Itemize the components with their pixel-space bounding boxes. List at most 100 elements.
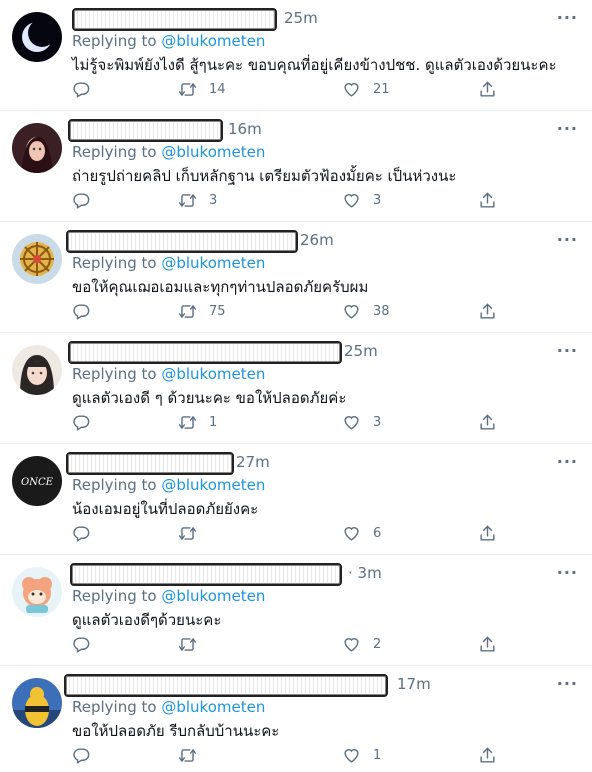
replied-user-handle[interactable]: @blukometen xyxy=(161,365,265,383)
tweet-timestamp[interactable]: · 3m xyxy=(348,564,382,582)
reply-icon[interactable] xyxy=(72,635,91,654)
more-icon[interactable]: ··· xyxy=(557,230,578,249)
tweet-timestamp[interactable]: 27m xyxy=(236,453,270,471)
share-button[interactable] xyxy=(478,302,497,321)
retweet-button[interactable]: 75 xyxy=(178,302,226,321)
tweet-timestamp[interactable]: 26m xyxy=(300,231,334,249)
replied-user-handle[interactable]: @blukometen xyxy=(161,143,265,161)
retweet-icon[interactable] xyxy=(178,524,197,543)
tweet-timestamp[interactable]: 25m xyxy=(284,9,318,27)
avatar[interactable] xyxy=(12,678,62,728)
avatar[interactable] xyxy=(12,345,62,395)
redacted-display-name xyxy=(72,8,277,31)
tweet-text: ขอให้คุณเฌอเอมและทุกๆท่านปลอดภัยครับผม xyxy=(72,278,369,296)
retweet-button[interactable]: 1 xyxy=(178,413,217,432)
like-icon[interactable] xyxy=(342,191,361,210)
replied-user-handle[interactable]: @blukometen xyxy=(161,587,265,605)
retweet-icon[interactable] xyxy=(178,746,197,765)
replying-to: Replying to @blukometen xyxy=(72,32,265,50)
avatar[interactable]: ONCE xyxy=(12,456,62,506)
reply-button[interactable] xyxy=(72,302,103,321)
tweet-timestamp[interactable]: 16m xyxy=(228,120,262,138)
like-button[interactable]: 2 xyxy=(342,635,381,654)
reply-icon[interactable] xyxy=(72,413,91,432)
retweet-button[interactable]: 14 xyxy=(178,80,226,99)
reply-button[interactable] xyxy=(72,635,103,654)
reply-icon[interactable] xyxy=(72,302,91,321)
reply-tweet[interactable]: · 3m ··· Replying to @blukometen ดูแลตัวเอง… xyxy=(0,555,592,666)
share-button[interactable] xyxy=(478,635,497,654)
share-icon[interactable] xyxy=(478,413,497,432)
share-icon[interactable] xyxy=(478,191,497,210)
reply-icon[interactable] xyxy=(72,746,91,765)
tweet-timestamp[interactable]: 17m xyxy=(397,675,431,693)
share-button[interactable] xyxy=(478,413,497,432)
retweet-button[interactable]: 3 xyxy=(178,191,217,210)
share-button[interactable] xyxy=(478,191,497,210)
like-button[interactable]: 1 xyxy=(342,746,381,765)
reply-tweet[interactable]: 26m ··· Replying to @blukometen ขอให้คุณเฌอ… xyxy=(0,222,592,333)
retweet-button[interactable] xyxy=(178,746,209,765)
like-icon[interactable] xyxy=(342,635,361,654)
avatar[interactable] xyxy=(12,12,62,62)
retweet-icon[interactable] xyxy=(178,191,197,210)
reply-button[interactable] xyxy=(72,80,103,99)
avatar[interactable] xyxy=(12,567,62,617)
reply-tweet[interactable]: 25m ··· Replying to @blukometen ดูแลตัวเองด… xyxy=(0,333,592,444)
more-icon[interactable]: ··· xyxy=(557,674,578,693)
retweet-button[interactable] xyxy=(178,635,209,654)
share-button[interactable] xyxy=(478,524,497,543)
reply-tweet[interactable]: 17m ··· Replying to @blukometen ขอให้ปลอดภั… xyxy=(0,666,592,772)
share-icon[interactable] xyxy=(478,635,497,654)
replying-to: Replying to @blukometen xyxy=(72,476,265,494)
reply-button[interactable] xyxy=(72,413,103,432)
like-icon[interactable] xyxy=(342,302,361,321)
more-icon[interactable]: ··· xyxy=(557,119,578,138)
more-icon[interactable]: ··· xyxy=(557,452,578,471)
share-button[interactable] xyxy=(478,746,497,765)
share-button[interactable] xyxy=(478,80,497,99)
like-button[interactable]: 3 xyxy=(342,413,381,432)
reply-button[interactable] xyxy=(72,524,103,543)
like-button[interactable]: 6 xyxy=(342,524,381,543)
reply-button[interactable] xyxy=(72,191,103,210)
like-icon[interactable] xyxy=(342,524,361,543)
reply-icon[interactable] xyxy=(72,524,91,543)
tweet-timestamp[interactable]: 25m xyxy=(344,342,378,360)
share-icon[interactable] xyxy=(478,302,497,321)
retweet-button[interactable] xyxy=(178,524,209,543)
tweet-actions: 75 38 xyxy=(72,302,502,322)
like-count: 38 xyxy=(373,304,390,319)
like-icon[interactable] xyxy=(342,746,361,765)
retweet-icon[interactable] xyxy=(178,302,197,321)
tweet-text: ถ่ายรูปถ่ายคลิป เก็บหลักฐาน เตรียมตัวฟ้อ… xyxy=(72,167,457,185)
like-icon[interactable] xyxy=(342,413,361,432)
replied-user-handle[interactable]: @blukometen xyxy=(161,32,265,50)
retweet-icon[interactable] xyxy=(178,635,197,654)
reply-icon[interactable] xyxy=(72,80,91,99)
avatar[interactable] xyxy=(12,123,62,173)
more-icon[interactable]: ··· xyxy=(557,563,578,582)
reply-icon[interactable] xyxy=(72,191,91,210)
reply-tweet[interactable]: ONCE 27m ··· Replying to @blukometen น้องเอม… xyxy=(0,444,592,555)
like-button[interactable]: 3 xyxy=(342,191,381,210)
share-icon[interactable] xyxy=(478,746,497,765)
share-icon[interactable] xyxy=(478,524,497,543)
avatar[interactable] xyxy=(12,234,62,284)
like-icon[interactable] xyxy=(342,80,361,99)
retweet-count: 3 xyxy=(209,193,218,208)
reply-button[interactable] xyxy=(72,746,103,765)
more-icon[interactable]: ··· xyxy=(557,8,578,27)
retweet-icon[interactable] xyxy=(178,413,197,432)
replied-user-handle[interactable]: @blukometen xyxy=(161,698,265,716)
avatar-text: ONCE xyxy=(21,477,54,488)
replied-user-handle[interactable]: @blukometen xyxy=(161,476,265,494)
share-icon[interactable] xyxy=(478,80,497,99)
replied-user-handle[interactable]: @blukometen xyxy=(161,254,265,272)
like-button[interactable]: 38 xyxy=(342,302,390,321)
retweet-icon[interactable] xyxy=(178,80,197,99)
reply-tweet[interactable]: 16m ··· Replying to @blukometen ถ่ายรูปถ่าย… xyxy=(0,111,592,222)
reply-tweet[interactable]: 25m ··· Replying to @blukometen ไม่รู้จะพิม… xyxy=(0,0,592,111)
more-icon[interactable]: ··· xyxy=(557,341,578,360)
like-button[interactable]: 21 xyxy=(342,80,390,99)
